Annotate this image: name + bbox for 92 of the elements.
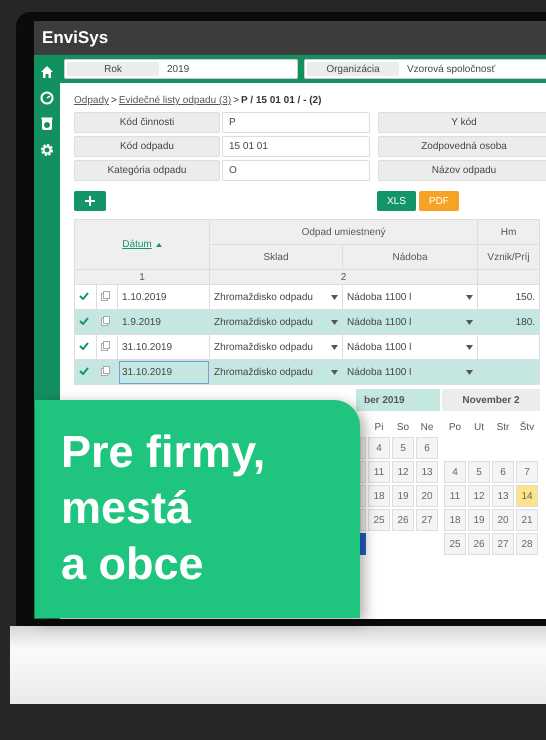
caret-icon [466,370,474,374]
column-header: Vznik/Príj [478,244,540,270]
breadcrumb-separator: > [233,95,240,106]
field-label: Kategória odpadu [74,160,220,181]
day-cell[interactable]: 25 [444,533,466,555]
weekday-label: Štv [518,420,536,434]
field-label: Zodpovedná osoba [378,136,546,157]
filter-field[interactable]: Rok 2019 [64,59,298,79]
caret-icon [466,294,474,300]
column-number: 1 [74,270,210,284]
month-title: ber 2019 [356,389,440,411]
breadcrumb-current: P / 15 01 01 / - (2) [241,95,322,106]
settings-icon[interactable] [40,143,54,157]
day-cell[interactable]: 6 [416,437,438,459]
day-cell[interactable]: 28 [516,533,538,555]
breadcrumb-separator: > [111,95,117,106]
amount-cell: 180. [516,316,536,328]
day-cell[interactable]: 21 [516,509,538,531]
day-cell[interactable]: 5 [392,437,414,459]
breadcrumb-link[interactable]: Odpady [74,95,110,106]
column-header[interactable]: Dátum [122,239,152,250]
app-title: EnviSys [42,28,108,48]
day-cell[interactable]: 5 [468,461,490,483]
day-cell[interactable]: 12 [468,485,490,507]
field-label: Názov odpadu [378,160,546,181]
day-cell[interactable]: 18 [444,509,466,531]
home-icon[interactable] [40,65,54,79]
day-cell[interactable]: 27 [492,533,514,555]
field-label: Kód činnosti [74,112,220,133]
weekday-label: Pi [374,420,384,434]
storage-dropdown[interactable]: Zhromaždisko odpadu [210,310,343,334]
weekday-label: Str [496,420,510,434]
weekday-label: Po [448,420,462,434]
day-cell[interactable]: 7 [516,461,538,483]
container-dropdown[interactable]: Nádoba 1100 l [342,360,478,384]
column-header: Sklad [210,244,343,270]
field-label: Kód odpadu [74,136,220,157]
filter-field[interactable]: Organizácia Vzorová spoločnosť [304,59,546,79]
day-cell[interactable]: 25 [368,509,390,531]
day-cell[interactable]: 20 [492,509,514,531]
amount-cell: 150. [516,292,536,302]
gauge-icon[interactable] [40,91,54,105]
month-title: November 2 [442,389,540,411]
copy-icon[interactable] [101,366,110,376]
field-label: Y kód [378,112,546,133]
caret-icon [331,370,338,374]
alarm-clock-icon[interactable] [40,117,54,131]
caret-icon [331,344,338,350]
day-cell[interactable]: 11 [368,461,390,483]
weekday-label: Ne [420,420,434,434]
field-value[interactable]: O [222,160,370,181]
column-header: Hm [478,220,540,244]
day-cell[interactable]: 11 [444,485,466,507]
column-number: 2 [210,270,478,284]
weekday-label: Ut [473,420,485,434]
day-cell[interactable]: 18 [368,485,390,507]
column-header: Nádoba [342,244,478,270]
add-button[interactable] [74,191,106,211]
field-value[interactable]: 15 01 01 [222,136,370,157]
column-header: Odpad umiestnený [210,220,478,244]
caret-icon [331,320,338,324]
sort-ascending-icon [156,242,162,246]
storage-dropdown[interactable]: Zhromaždisko odpadu [210,360,343,384]
day-cell[interactable]: 19 [468,509,490,531]
day-cell[interactable]: 13 [416,461,438,483]
day-cell[interactable]: 20 [416,485,438,507]
day-cell[interactable]: 6 [492,461,514,483]
day-cell[interactable]: 26 [468,533,490,555]
container-dropdown[interactable]: Nádoba 1100 l [342,310,478,334]
breadcrumb-link[interactable]: Evidečné listy odpadu (3) [118,95,232,106]
caret-icon [466,344,474,350]
plus-icon [85,196,95,206]
caret-icon [331,294,338,300]
day-cell[interactable]: 26 [392,509,414,531]
copy-icon[interactable] [101,290,110,300]
weekday-label: So [396,420,410,434]
date-cell[interactable]: 31.10.2019 [118,360,210,384]
day-cell[interactable]: 14 [516,485,538,507]
day-cell[interactable]: 4 [368,437,390,459]
day-cell[interactable]: 27 [416,509,438,531]
date-cell[interactable]: 1.9.2019 [118,310,210,334]
day-cell[interactable]: 12 [392,461,414,483]
promo-headline: Pre firmy, mestá a obce [61,425,266,591]
day-cell[interactable]: 13 [492,485,514,507]
copy-icon[interactable] [101,316,110,326]
day-cell[interactable]: 19 [392,485,414,507]
day-cell[interactable]: 4 [444,461,466,483]
field-value[interactable]: P [222,112,370,133]
caret-icon [466,320,474,324]
day-cell[interactable] [360,533,366,555]
copy-icon[interactable] [101,340,110,350]
export-button[interactable]: XLS [377,191,416,211]
